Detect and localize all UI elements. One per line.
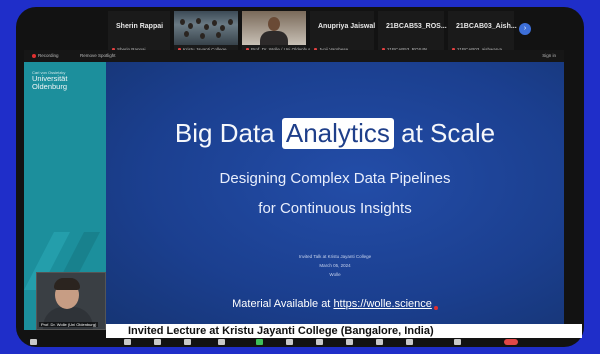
pointer-dot-icon — [433, 306, 438, 310]
participant-tile[interactable]: Kristu Jayanti College — [174, 11, 238, 55]
lecture-caption: Invited Lecture at Kristu Jayanti Colleg… — [106, 324, 582, 338]
material-line: Material Available at https://wolle.scie… — [106, 298, 564, 310]
classroom-video — [174, 11, 238, 45]
material-link[interactable]: https://wolle.science — [333, 298, 431, 310]
slide-subtitle: for Continuous Insights — [258, 200, 412, 217]
react-icon[interactable] — [218, 339, 225, 345]
chat-icon[interactable] — [184, 339, 191, 345]
more-icon[interactable] — [406, 339, 413, 345]
slide-subtitle: Designing Complex Data Pipelines — [219, 170, 451, 187]
participant-video — [242, 11, 306, 45]
participant-tile[interactable]: 21BCAB53_ROS... 21BCAB53_ROS4N... — [378, 11, 447, 55]
title-highlight: Analytics — [281, 118, 394, 149]
participant-tile[interactable]: Prof. Dr. Wolle / Uni Oldenburg — [242, 11, 313, 55]
participant-tile[interactable]: Sherin Rappai Sherin Rappai — [108, 11, 170, 55]
record-icon[interactable] — [286, 339, 293, 345]
record-dot-icon — [32, 53, 36, 58]
self-view-video[interactable]: Prof. Dr. Wolle (Uni Oldenburg) — [36, 272, 106, 330]
recording-indicator: Recording — [32, 53, 59, 58]
notes-icon[interactable] — [376, 339, 383, 345]
talk-author: Wolle — [329, 272, 341, 277]
mic-icon[interactable] — [30, 339, 37, 345]
meeting-toolbar — [24, 338, 564, 347]
sign-in-link[interactable]: Sign in — [542, 53, 556, 58]
apps-icon[interactable] — [316, 339, 323, 345]
logo-line: Oldenburg — [32, 82, 68, 91]
university-logo: Carl von Ossietzky Universität Oldenburg — [32, 70, 98, 91]
participant-name: Anupriya Jaiswal — [318, 23, 376, 30]
participant-name: 21BCAB53_ROS... — [386, 23, 447, 30]
share-screen-icon[interactable] — [256, 339, 263, 345]
self-view-name: Prof. Dr. Wolle (Uni Oldenburg) — [39, 322, 99, 327]
participants-icon[interactable] — [154, 339, 161, 345]
chevron-right-icon[interactable]: › — [519, 23, 531, 35]
talk-info: Invited Talk at Kristu Jayanti College — [298, 254, 372, 259]
presentation-slide: Big Data Analytics at Scale Designing Co… — [106, 62, 564, 324]
remove-spotlight-button[interactable]: Remove Spotlight — [80, 53, 116, 58]
info-icon[interactable] — [454, 339, 461, 345]
participant-name: Sherin Rappai — [116, 23, 164, 30]
participant-tile[interactable]: Anupriya Jaiswal Jyoji Varghese — [310, 11, 376, 55]
whiteboard-icon[interactable] — [346, 339, 353, 345]
participant-tile[interactable]: 21BCAB03_Aish... 21BCAB03_aishwarya... — [448, 11, 517, 55]
talk-date: March 05, 2024 — [319, 263, 351, 268]
slide-title: Big Data Analytics at Scale — [174, 118, 496, 149]
camera-icon[interactable] — [124, 339, 131, 345]
participant-name: 21BCAB03_Aish... — [456, 23, 517, 30]
presenter-bar: Recording Remove Spotlight Sign in — [24, 50, 564, 62]
leave-button[interactable] — [504, 339, 518, 345]
